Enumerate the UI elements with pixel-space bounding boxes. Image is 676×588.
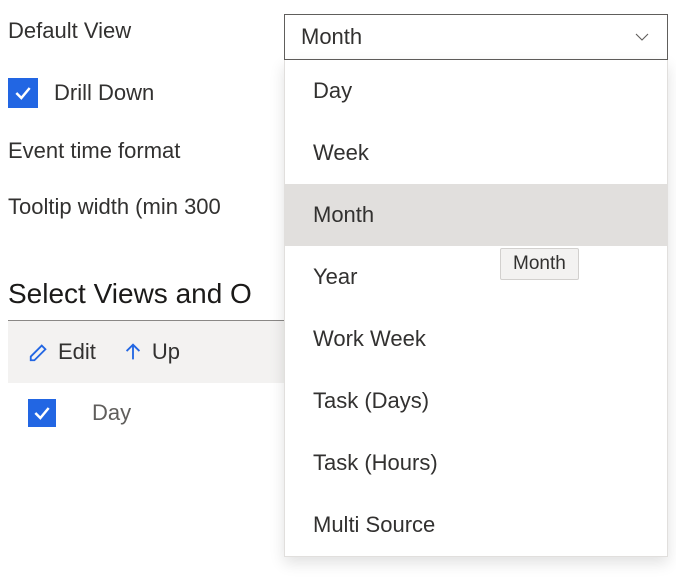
drill-down-checkbox[interactable] <box>8 78 38 108</box>
edit-button[interactable]: Edit <box>18 335 106 369</box>
event-time-format-label: Event time format <box>8 138 288 164</box>
list-item-checkbox[interactable] <box>28 399 56 427</box>
dropdown-option-year[interactable]: Year <box>285 246 667 308</box>
default-view-dropdown[interactable]: Month Day Week Month Year Work Week Task… <box>284 14 668 557</box>
up-label: Up <box>152 339 180 365</box>
dropdown-option-day[interactable]: Day <box>285 60 667 122</box>
edit-label: Edit <box>58 339 96 365</box>
dropdown-option-task-days[interactable]: Task (Days) <box>285 370 667 432</box>
dropdown-option-week[interactable]: Week <box>285 122 667 184</box>
tooltip: Month <box>500 248 579 280</box>
dropdown-trigger[interactable]: Month <box>284 14 668 60</box>
drill-down-label: Drill Down <box>54 80 154 106</box>
dropdown-menu: Day Week Month Year Work Week Task (Days… <box>284 60 668 557</box>
dropdown-option-task-hours[interactable]: Task (Hours) <box>285 432 667 494</box>
dropdown-option-month[interactable]: Month <box>285 184 667 246</box>
checkmark-icon <box>13 83 33 103</box>
chevron-down-icon <box>633 28 651 46</box>
checkmark-icon <box>32 403 52 423</box>
dropdown-option-multi-source[interactable]: Multi Source <box>285 494 667 556</box>
default-view-label: Default View <box>8 18 288 44</box>
list-item-label: Day <box>92 400 131 426</box>
dropdown-option-work-week[interactable]: Work Week <box>285 308 667 370</box>
up-button[interactable]: Up <box>112 335 190 369</box>
pencil-icon <box>28 341 50 363</box>
arrow-up-icon <box>122 341 144 363</box>
dropdown-selected: Month <box>301 24 362 50</box>
tooltip-width-label: Tooltip width (min 300 <box>8 194 221 220</box>
